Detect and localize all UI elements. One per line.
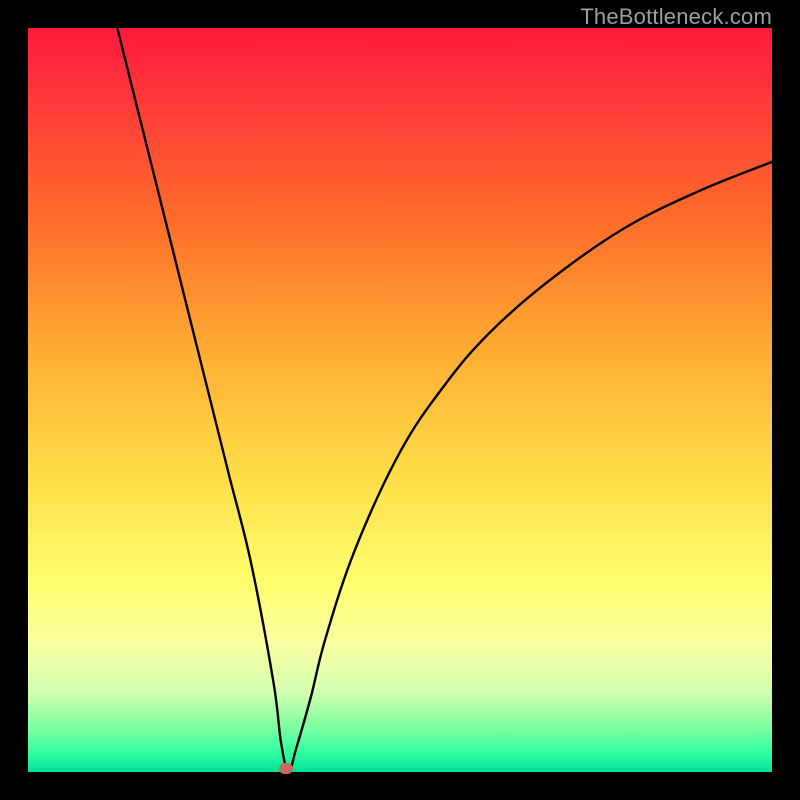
bottleneck-curve (28, 28, 772, 772)
bottleneck-marker (279, 763, 293, 774)
plot-area (28, 28, 772, 772)
chart-frame: TheBottleneck.com (0, 0, 800, 800)
watermark-label: TheBottleneck.com (580, 4, 772, 30)
